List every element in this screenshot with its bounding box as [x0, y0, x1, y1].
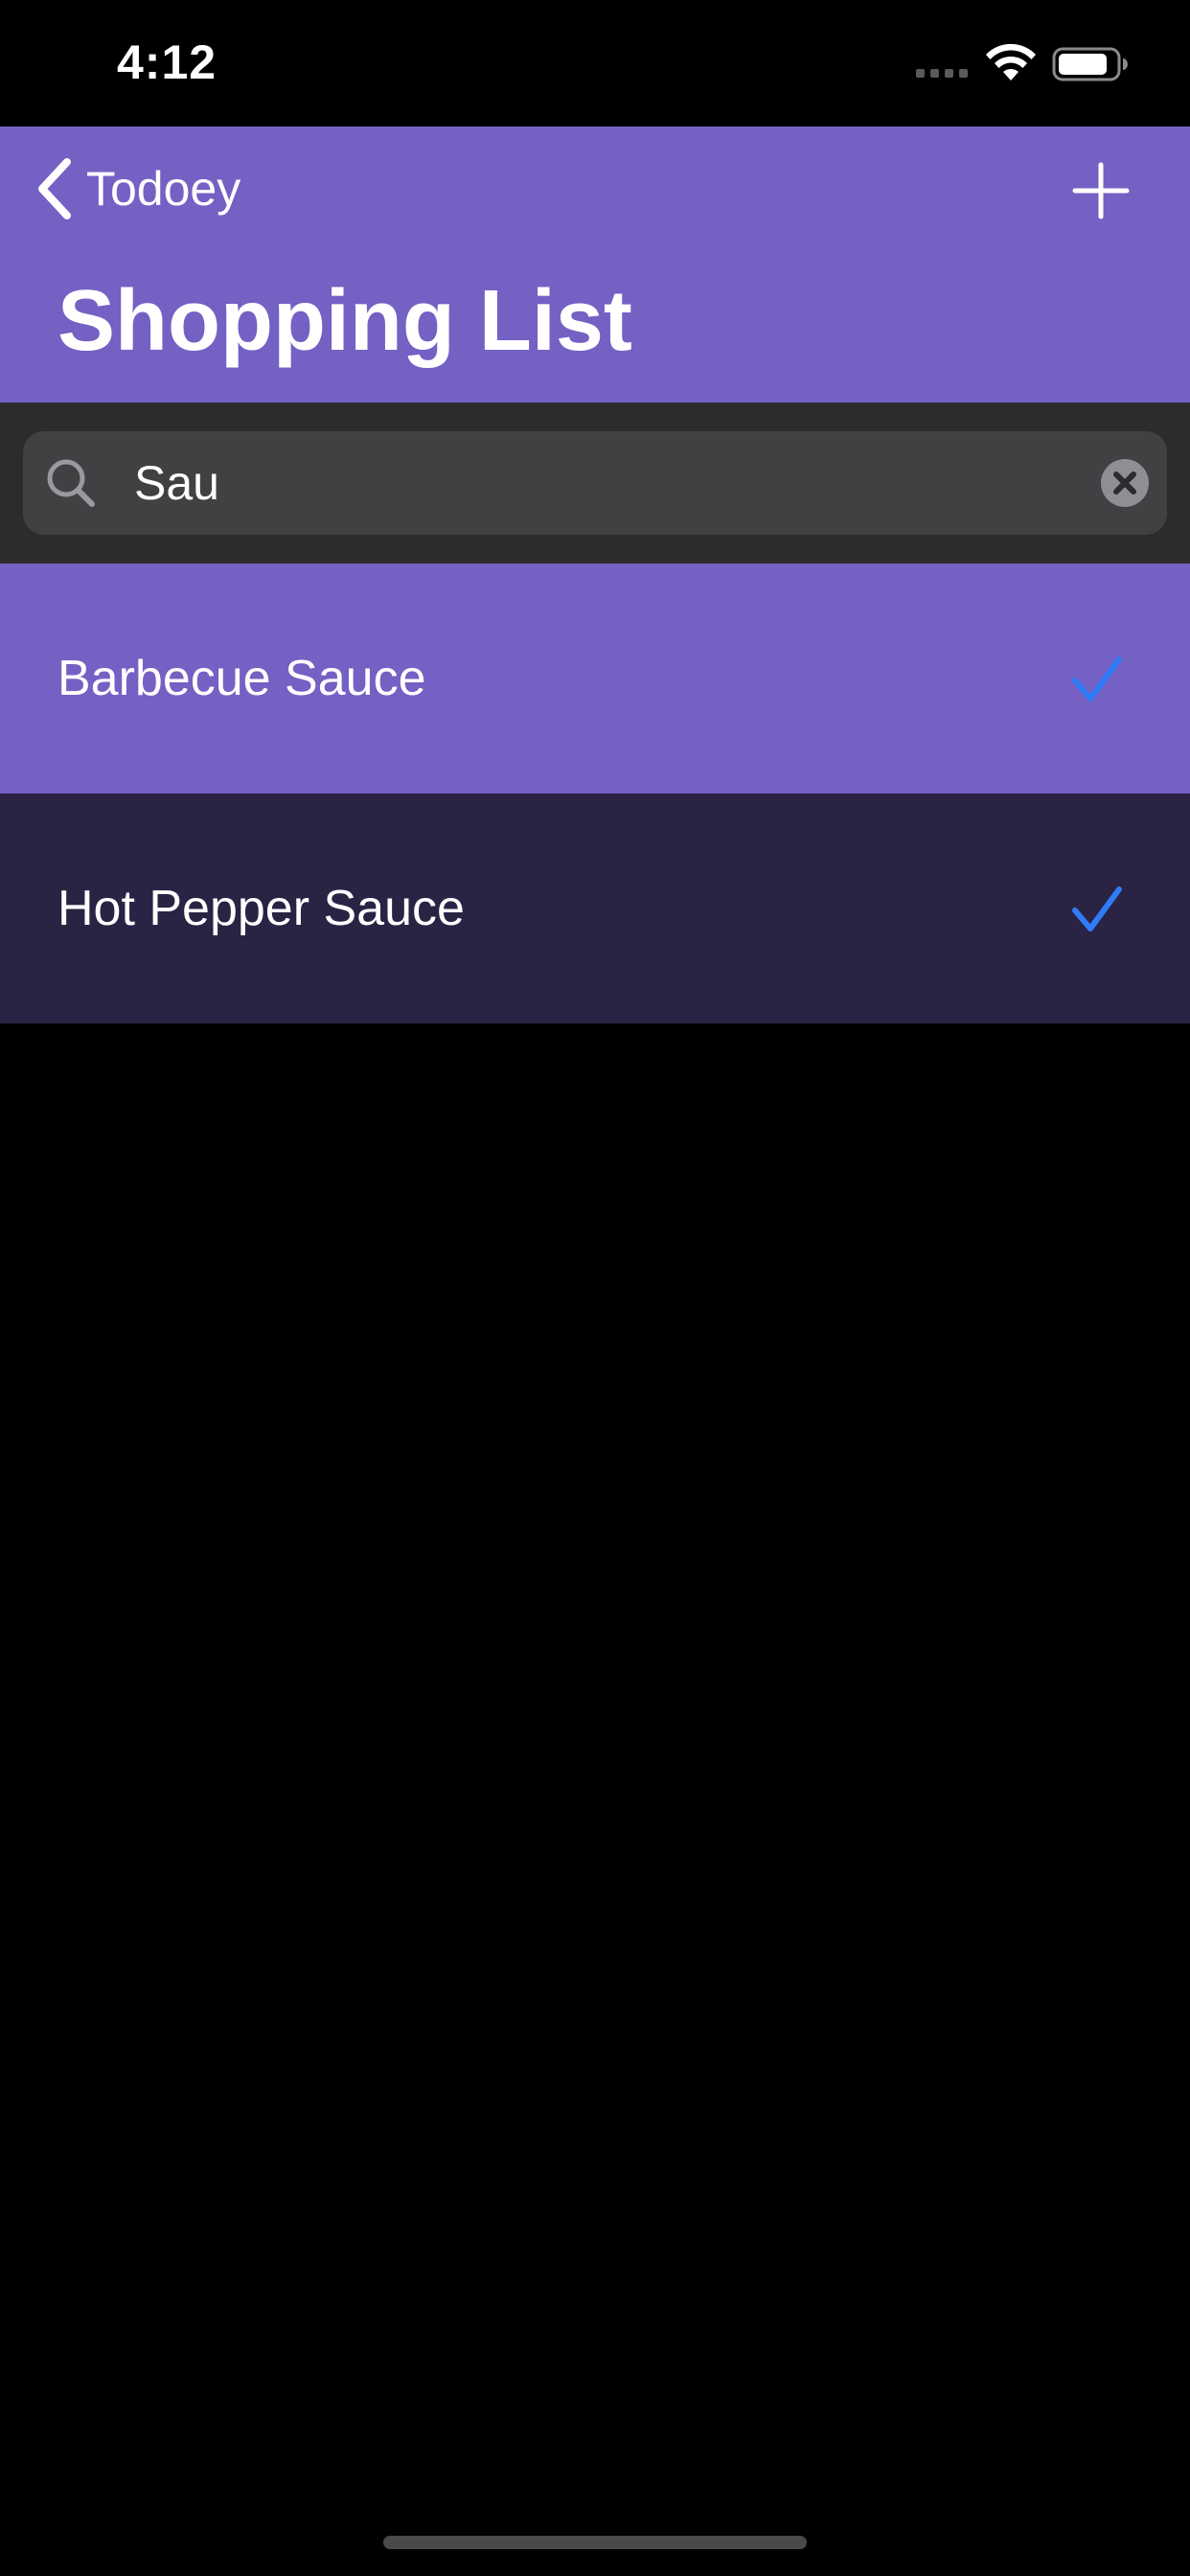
list-item[interactable]: Barbecue Sauce	[0, 564, 1190, 794]
navigation-bar: Todoey Shopping List	[0, 126, 1190, 402]
cellular-signal-icon	[916, 69, 968, 78]
back-button[interactable]: Todoey	[34, 155, 240, 222]
plus-icon[interactable]	[1071, 161, 1131, 220]
search-input[interactable]	[111, 431, 1069, 535]
clear-search-icon[interactable]	[1100, 458, 1150, 508]
search-icon	[47, 459, 95, 507]
wifi-icon	[986, 44, 1036, 80]
status-bar: 4:12	[0, 0, 1190, 126]
list-item[interactable]: Hot Pepper Sauce	[0, 794, 1190, 1024]
list-item-label: Hot Pepper Sauce	[57, 881, 465, 936]
back-button-label: Todoey	[86, 162, 241, 216]
status-time: 4:12	[117, 35, 217, 89]
list-item-label: Barbecue Sauce	[57, 651, 426, 706]
checkmark-icon	[1072, 656, 1122, 702]
checkmark-icon	[1072, 886, 1122, 932]
chevron-left-icon	[38, 158, 71, 219]
home-indicator[interactable]	[383, 2536, 807, 2549]
item-list: Barbecue Sauce Hot Pepper Sauce	[0, 564, 1190, 1024]
page-title: Shopping List	[57, 273, 632, 369]
search-field[interactable]	[23, 431, 1167, 535]
battery-icon	[1052, 47, 1128, 81]
search-bar	[0, 402, 1190, 564]
